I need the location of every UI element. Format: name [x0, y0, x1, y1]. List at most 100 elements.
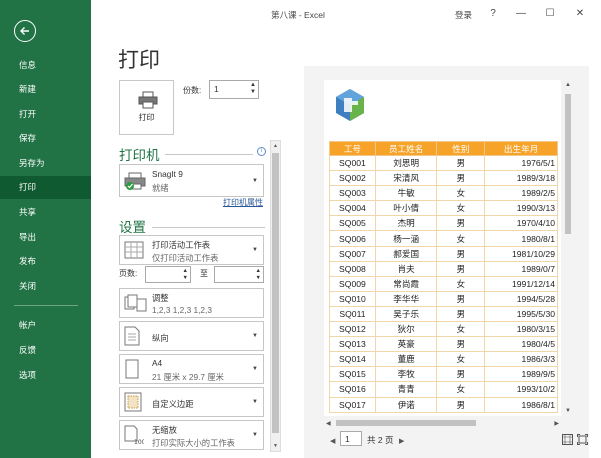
nav-item-account[interactable]: 帐户: [0, 314, 91, 337]
table-cell: SQ002: [329, 170, 376, 187]
table-row: SQ012 狄尔女 1980/3/15: [329, 321, 558, 338]
paper-size-desc: 21 厘米 x 29.7 厘米: [152, 372, 224, 382]
scroll-up-icon[interactable]: ▲: [271, 141, 280, 151]
header-cell: 工号: [329, 141, 376, 156]
table-cell: 青青: [374, 381, 438, 398]
nav-item-close[interactable]: 关闭: [0, 275, 91, 298]
nav-item-save-as[interactable]: 另存为: [0, 152, 91, 175]
table-cell: 男: [436, 290, 486, 307]
printer-heading: 打印机: [119, 148, 160, 163]
table-row: SQ008 肖夫男 1989/0/7: [329, 260, 558, 277]
previous-page-button[interactable]: ◀: [330, 437, 335, 445]
scroll-down-icon[interactable]: ▼: [565, 408, 571, 414]
table-cell: 女: [436, 381, 486, 398]
copies-stepper[interactable]: 1 ▲ ▼: [209, 80, 259, 99]
orientation-dropdown[interactable]: 纵向 ▼: [119, 321, 264, 351]
table-cell: SQ009: [329, 275, 376, 292]
pages-to-label: 至: [200, 269, 208, 278]
header-cell: 员工姓名: [374, 141, 438, 156]
table-cell: 女: [436, 351, 486, 368]
scroll-down-icon[interactable]: ▼: [271, 441, 280, 451]
sign-in-link[interactable]: 登录: [455, 9, 472, 21]
table-cell: 吴子乐: [374, 305, 438, 323]
printer-properties-link[interactable]: 打印机属性: [223, 197, 263, 208]
show-margins-icon[interactable]: [562, 434, 573, 445]
preview-page: 工号 员工姓名 性别 出生年月 SQ001 刘思明男 1976/5/1 SQ002 宋清…: [324, 80, 561, 416]
table-cell: 肖夫: [374, 260, 438, 277]
table-cell: 男: [436, 396, 486, 413]
nav-item-feedback[interactable]: 反馈: [0, 339, 91, 362]
table-row: SQ014 董鹿女 1986/3/3: [329, 351, 558, 368]
page-number-input[interactable]: 1: [340, 431, 362, 446]
print-what-dropdown[interactable]: 打印活动工作表 仅打印活动工作表 ▼: [119, 235, 264, 265]
spinner-arrows-icon[interactable]: ▲ ▼: [250, 82, 256, 96]
preview-horizontal-scrollbar[interactable]: ◀ ▶: [324, 418, 561, 428]
close-button[interactable]: ✕: [572, 7, 588, 21]
nav-item-save[interactable]: 保存: [0, 127, 91, 150]
table-cell: SQ005: [329, 215, 376, 232]
table-cell: 男: [436, 260, 486, 277]
scroll-up-icon[interactable]: ▲: [565, 82, 571, 88]
next-page-button[interactable]: ▶: [399, 437, 404, 445]
collate-dropdown[interactable]: 调整 1,2,3 1,2,3 1,2,3: [119, 288, 264, 318]
nav-item-share[interactable]: 共享: [0, 201, 91, 224]
table-cell: 董鹿: [374, 351, 438, 368]
nav-item-info[interactable]: 信息: [0, 54, 91, 77]
settings-heading: 设置: [119, 220, 146, 235]
scaling-dropdown[interactable]: 100 无缩放 打印实际大小的工作表 ▼: [119, 420, 264, 450]
back-button[interactable]: [14, 20, 36, 42]
copies-label: 份数:: [183, 86, 202, 95]
spinner-arrows-icon[interactable]: ▲ ▼: [256, 268, 261, 282]
no-scaling-icon: 100: [124, 425, 144, 445]
nav-item-print[interactable]: 打印: [0, 176, 91, 199]
collate-desc: 1,2,3 1,2,3 1,2,3: [152, 305, 212, 315]
scroll-left-icon[interactable]: ◀: [326, 420, 331, 427]
zoom-to-page-icon[interactable]: [577, 434, 588, 445]
table-cell: 男: [436, 215, 486, 232]
table-cell: 1989/0/7: [484, 260, 558, 277]
table-cell: SQ017: [329, 396, 376, 413]
pages-from-input[interactable]: ▲ ▼: [145, 266, 191, 283]
scroll-right-icon[interactable]: ▶: [554, 420, 559, 427]
help-button[interactable]: ?: [485, 7, 501, 21]
settings-scrollbar[interactable]: ▲ ▼: [270, 140, 281, 452]
table-cell: 1995/5/30: [484, 305, 558, 323]
table-cell: 1989/3/18: [484, 170, 558, 187]
back-arrow-icon: [20, 27, 29, 35]
nav-item-open[interactable]: 打开: [0, 103, 91, 126]
table-cell: 女: [436, 321, 486, 338]
print-what-label: 打印活动工作表: [152, 240, 211, 250]
printer-dropdown[interactable]: SnagIt 9 就绪 ▼: [119, 164, 264, 197]
table-cell: 郝爱国: [374, 245, 438, 262]
table-row: SQ002 宋清风男 1989/3/18: [329, 170, 558, 187]
table-cell: SQ013: [329, 336, 376, 353]
minimize-button[interactable]: —: [513, 7, 529, 21]
table-row: SQ010 李华华男 1994/5/28: [329, 290, 558, 307]
paper-size-dropdown[interactable]: A4 21 厘米 x 29.7 厘米 ▼: [119, 354, 264, 384]
settings-divider: [152, 227, 265, 228]
info-icon[interactable]: i: [257, 147, 266, 156]
pages-label: 页数:: [119, 269, 138, 278]
nav-item-publish[interactable]: 发布: [0, 250, 91, 273]
printer-divider: [165, 154, 253, 155]
preview-vertical-scrollbar[interactable]: ▲ ▼: [563, 80, 573, 416]
restore-button[interactable]: ☐: [542, 7, 558, 21]
margins-label: 自定义边距: [152, 399, 194, 409]
margins-dropdown[interactable]: 自定义边距 ▼: [119, 387, 264, 417]
nav-item-new[interactable]: 新建: [0, 78, 91, 101]
table-cell: 常尚霞: [374, 275, 438, 292]
preview-horizontal-thumb[interactable]: [336, 420, 476, 426]
pages-to-input[interactable]: ▲ ▼: [214, 266, 264, 283]
nav-item-options[interactable]: 选项: [0, 364, 91, 387]
table-row: SQ015 李牧男 1989/9/5: [329, 366, 558, 383]
print-button[interactable]: 打印: [119, 80, 174, 135]
table-header-row: 工号 员工姓名 性别 出生年月: [329, 141, 558, 156]
table-cell: SQ007: [329, 245, 376, 262]
spinner-arrows-icon[interactable]: ▲ ▼: [183, 268, 188, 282]
settings-scrollbar-thumb[interactable]: [272, 153, 279, 433]
table-cell: SQ012: [329, 321, 376, 338]
table-row: SQ003 牛敏女 1989/2/5: [329, 185, 558, 202]
preview-vertical-thumb[interactable]: [565, 94, 571, 234]
title-bar: 第八课 - Excel 登录 ? — ☐ ✕: [91, 0, 601, 30]
nav-item-export[interactable]: 导出: [0, 226, 91, 249]
